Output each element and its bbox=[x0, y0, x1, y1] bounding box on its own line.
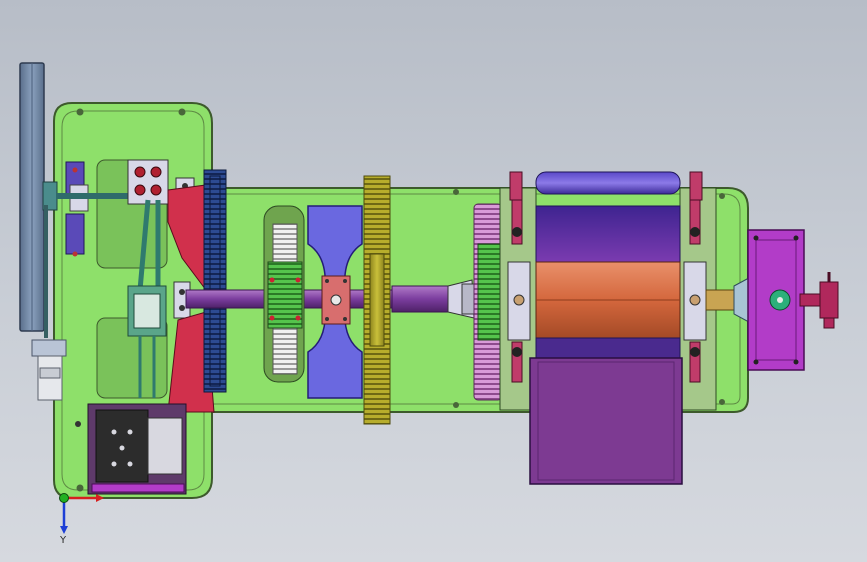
top-roller bbox=[535, 171, 681, 195]
roller-end bbox=[689, 171, 703, 201]
tensioner-cap bbox=[39, 367, 61, 379]
mount-hole bbox=[76, 108, 84, 116]
cabinet-rail bbox=[91, 483, 185, 493]
crank-arm bbox=[127, 159, 169, 205]
output-shaft bbox=[705, 289, 735, 311]
bearing-center bbox=[513, 294, 525, 306]
blue-gear[interactable] bbox=[203, 169, 227, 393]
cabinet-door bbox=[147, 417, 183, 475]
pivot bbox=[512, 347, 522, 357]
valve-pipe bbox=[799, 293, 823, 307]
bolt bbox=[753, 235, 759, 241]
bolt bbox=[343, 317, 347, 321]
cad-viewport[interactable]: Y bbox=[0, 0, 867, 562]
coupling-center bbox=[330, 294, 342, 306]
mount-hole bbox=[76, 484, 84, 492]
crank-pin bbox=[134, 166, 146, 178]
mount-hole bbox=[453, 189, 459, 195]
cabinet-bolt bbox=[127, 461, 133, 467]
pivot bbox=[512, 227, 522, 237]
roller-end bbox=[509, 171, 523, 201]
mount-hole bbox=[719, 193, 725, 199]
y-axis-arrowhead bbox=[60, 526, 68, 534]
coordinate-triad: Y bbox=[59, 493, 104, 546]
yellow-gear-hub bbox=[369, 253, 385, 347]
discharge-hopper[interactable] bbox=[529, 357, 683, 485]
mount-hole bbox=[178, 108, 186, 116]
valve-flange bbox=[823, 317, 835, 329]
coupling-ring bbox=[461, 283, 475, 315]
white-gear[interactable] bbox=[263, 205, 305, 383]
bolt bbox=[179, 289, 185, 295]
bolt bbox=[269, 315, 275, 321]
cabinet-bolt bbox=[111, 461, 117, 467]
bolt bbox=[753, 359, 759, 365]
upper-housing bbox=[535, 205, 681, 263]
cabinet-bolt bbox=[119, 445, 125, 451]
shaft-coupling[interactable] bbox=[447, 279, 475, 319]
pivot bbox=[690, 227, 700, 237]
cabinet-bolt bbox=[111, 429, 117, 435]
green-gear-teeth bbox=[477, 243, 501, 341]
mount-hole bbox=[453, 402, 459, 408]
tensioner-bracket bbox=[31, 339, 67, 357]
bolt bbox=[325, 317, 329, 321]
mount-hole bbox=[719, 399, 725, 405]
lower-housing bbox=[535, 337, 681, 361]
bolt bbox=[72, 251, 78, 257]
motor-hub-center bbox=[777, 297, 783, 303]
tension-arm bbox=[689, 199, 701, 245]
green-gear[interactable] bbox=[473, 203, 503, 401]
blue-gear-body bbox=[203, 169, 227, 393]
y-axis-label: Y bbox=[59, 535, 67, 546]
bolt bbox=[179, 305, 185, 311]
crank-pin bbox=[150, 184, 162, 196]
pivot bbox=[690, 347, 700, 357]
bolt bbox=[295, 277, 301, 283]
bolt bbox=[793, 359, 799, 365]
cabinet-bolt bbox=[127, 429, 133, 435]
slider-guide-inner bbox=[133, 293, 161, 329]
valve-body bbox=[819, 281, 839, 319]
cabinet-bolt bbox=[75, 421, 81, 427]
bolt bbox=[295, 315, 301, 321]
yellow-gear[interactable] bbox=[363, 175, 391, 425]
bolt bbox=[325, 279, 329, 283]
tension-arm bbox=[511, 199, 523, 245]
bolt bbox=[343, 279, 347, 283]
bolt bbox=[793, 235, 799, 241]
drive-motor[interactable] bbox=[747, 229, 805, 371]
bolt bbox=[269, 277, 275, 283]
crank-pin bbox=[134, 184, 146, 196]
bearing-block bbox=[65, 213, 85, 255]
flywheel[interactable] bbox=[19, 62, 58, 338]
bearing-center bbox=[689, 294, 701, 306]
belt-tensioner[interactable] bbox=[31, 339, 67, 401]
crank-pin bbox=[150, 166, 162, 178]
bolt bbox=[72, 167, 78, 173]
z-axis-origin bbox=[59, 493, 69, 503]
outlet-valve[interactable] bbox=[799, 272, 839, 329]
main-shaft-section bbox=[391, 285, 449, 313]
gearbox-cabinet[interactable] bbox=[75, 403, 187, 495]
